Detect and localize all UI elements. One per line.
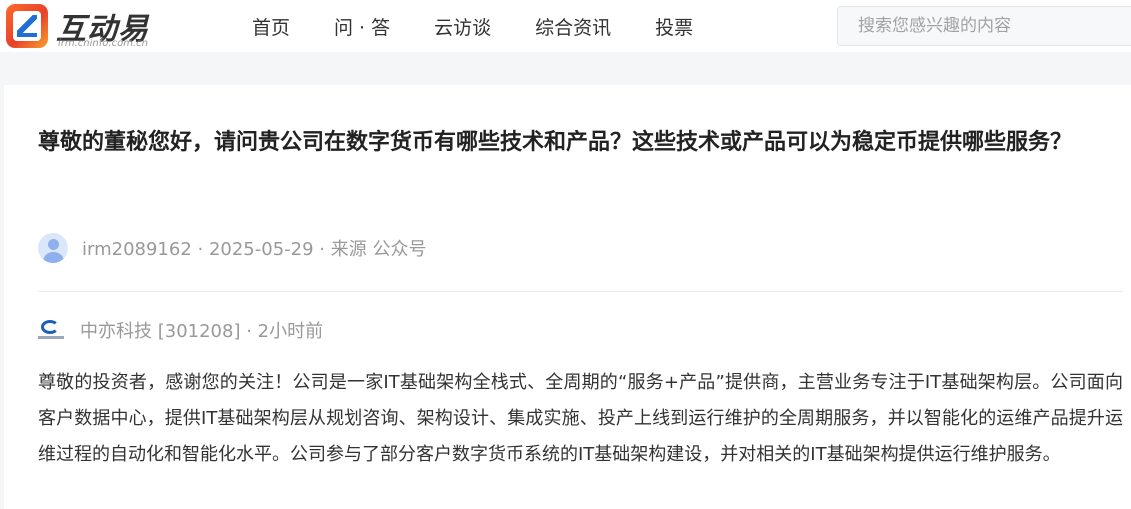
answer-text: 尊敬的投资者，感谢您的关注！公司是一家IT基础架构全栈式、全周期的“服务+产品”… [38,372,1123,465]
question-meta-text: irm2089162 · 2025-05-29 · 来源 公众号 [82,239,427,260]
divider [38,291,1123,292]
main-nav: 首页 问 · 答 云访谈 综合资讯 投票 [230,13,715,40]
company-name[interactable]: 中亦科技 [301208] · 2小时前 [80,317,323,343]
nav-item-cloud-interview[interactable]: 云访谈 [434,13,491,40]
logo-subtitle: irm.cninfo.com.cn [58,38,148,49]
nav-item-home[interactable]: 首页 [252,13,290,40]
logo-icon [6,4,48,48]
company-logo-icon[interactable] [38,317,64,343]
top-header: 互动易 irm.cninfo.com.cn 首页 问 · 答 云访谈 综合资讯 … [0,0,1131,52]
nav-item-qa[interactable]: 问 · 答 [334,13,390,40]
answer-header: 中亦科技 [301208] · 2小时前 [38,313,323,347]
nav-item-news[interactable]: 综合资讯 [535,13,611,40]
qa-card: 尊敬的董秘您好，请问贵公司在数字货币有哪些技术和产品？这些技术或产品可以为稳定币… [4,85,1131,509]
site-logo[interactable]: 互动易 irm.cninfo.com.cn [6,4,166,50]
search-input[interactable] [837,6,1131,46]
question-title: 尊敬的董秘您好，请问贵公司在数字货币有哪些技术和产品？这些技术或产品可以为稳定币… [38,130,1073,155]
nav-item-vote[interactable]: 投票 [655,13,693,40]
avatar[interactable] [38,233,68,263]
question-meta: irm2089162 · 2025-05-29 · 来源 公众号 [38,231,426,265]
